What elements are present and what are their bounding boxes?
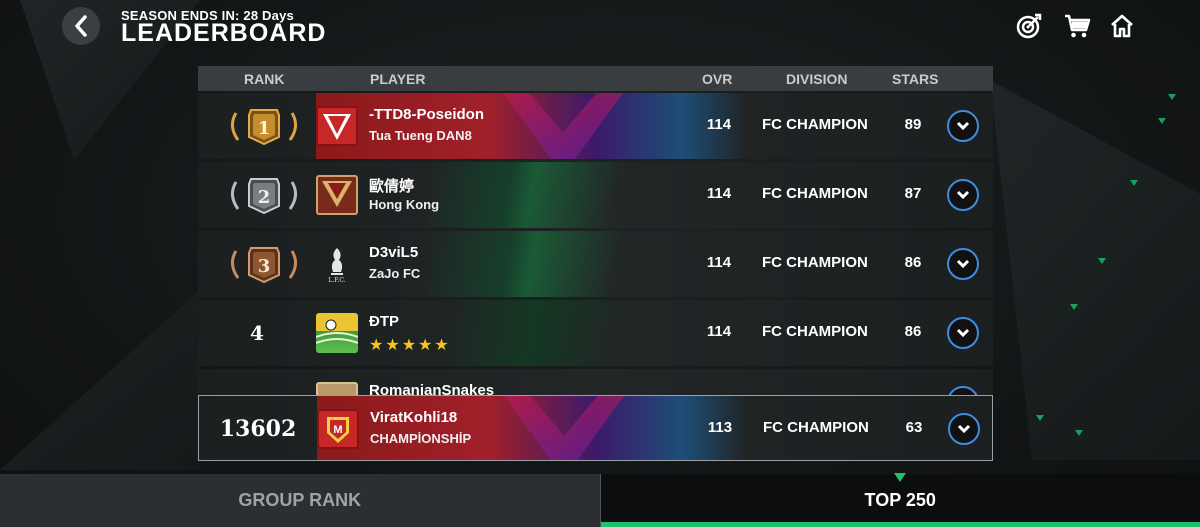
table-header: RANK PLAYER OVR DIVISION STARS (198, 66, 993, 91)
silver-medal-icon: 2 (231, 178, 297, 214)
club-crest (315, 313, 359, 353)
division-value: FC CHAMPION (762, 254, 868, 271)
star-icon: ★ (434, 337, 449, 354)
rank-number: 4 (250, 321, 264, 345)
division-value: FC CHAMPION (762, 323, 868, 340)
stars-value: 86 (904, 254, 922, 271)
home-button[interactable] (1108, 12, 1136, 40)
svg-text:1: 1 (258, 118, 271, 139)
chevron-down-icon (956, 328, 970, 338)
page-title: LEADERBOARD (121, 19, 327, 47)
column-rank: RANK (244, 71, 285, 87)
expand-button[interactable] (947, 248, 979, 280)
star-rating: ★ ★ ★ ★ ★ (369, 338, 449, 354)
svg-text:2: 2 (258, 187, 271, 208)
club-crest: M (317, 409, 359, 449)
player-name: ViratKohli18 (370, 409, 458, 426)
expand-button[interactable] (948, 413, 980, 445)
objectives-button[interactable] (1015, 12, 1043, 40)
division-value: FC CHAMPION (763, 419, 869, 436)
gold-medal-icon: 1 (231, 109, 297, 145)
back-button[interactable] (62, 7, 100, 45)
svg-text:M: M (333, 424, 342, 436)
division-value: FC CHAMPION (762, 116, 868, 133)
club-name: Tua Tueng DAN8 (369, 128, 472, 143)
player-name: D3viL5 (369, 244, 419, 261)
club-crest: L.F.C. (316, 244, 358, 284)
table-row[interactable]: 3 L.F.C. D3viL5 ZaJo FC 114 FC CHAMPION … (198, 231, 993, 297)
star-icon: ★ (369, 337, 384, 354)
star-icon: ★ (385, 337, 400, 354)
column-division: DIVISION (786, 71, 848, 87)
tab-top-250[interactable]: TOP 250 (600, 473, 1200, 527)
column-stars: STARS (892, 71, 939, 87)
rank-number: 13602 (219, 416, 297, 442)
expand-button[interactable] (947, 317, 979, 349)
bronze-medal-icon: 3 (231, 247, 297, 283)
ovr-value: 114 (706, 254, 732, 271)
svg-text:3: 3 (258, 256, 271, 277)
chevron-down-icon (956, 190, 970, 200)
stars-value: 89 (904, 116, 922, 133)
table-row[interactable]: 4 ĐTP ★ ★ ★ ★ ★ 114 FC CHAMPION 86 (198, 300, 993, 366)
home-icon (1111, 14, 1133, 38)
ovr-value: 114 (706, 116, 732, 133)
stars-value: 63 (905, 419, 923, 436)
club-name: Hong Kong (369, 197, 440, 212)
club-crest (316, 175, 358, 215)
svg-text:L.F.C.: L.F.C. (328, 277, 345, 284)
division-value: FC CHAMPION (762, 185, 868, 202)
column-ovr: OVR (702, 71, 733, 87)
player-name: 歐倩婷 (369, 178, 415, 195)
club-name: CHAMPİONSHİP (370, 431, 472, 446)
ovr-value: 114 (706, 185, 732, 202)
cart-icon (1065, 14, 1091, 38)
star-icon: ★ (418, 337, 433, 354)
tab-group-rank[interactable]: GROUP RANK (0, 474, 601, 527)
stars-value: 87 (904, 185, 922, 202)
expand-button[interactable] (947, 110, 979, 142)
club-name: ZaJo FC (369, 266, 421, 281)
my-rank-row[interactable]: 13602 M ViratKohli18 CHAMPİONSHİP 113 FC… (198, 395, 993, 461)
player-name: -TTD8-Poseidon (369, 106, 484, 123)
column-player: PLAYER (370, 71, 426, 87)
ovr-value: 113 (707, 419, 733, 436)
star-icon: ★ (401, 337, 417, 354)
tab-label: TOP 250 (864, 490, 936, 510)
leaderboard-table: RANK PLAYER OVR DIVISION STARS 1 -TTD8-P… (198, 66, 993, 461)
chevron-down-icon (957, 424, 971, 434)
chevron-left-icon (75, 15, 87, 37)
bottom-tab-bar: GROUP RANK TOP 250 (0, 473, 1200, 527)
ovr-value: 114 (706, 323, 732, 340)
club-crest (316, 106, 358, 146)
stars-value: 86 (904, 323, 922, 340)
table-row[interactable]: 2 歐倩婷 Hong Kong 114 FC CHAMPION 87 (198, 162, 993, 228)
expand-button[interactable] (947, 179, 979, 211)
active-tab-indicator (894, 473, 907, 482)
chevron-down-icon (956, 259, 970, 269)
target-icon (1016, 13, 1042, 39)
tab-label: GROUP RANK (238, 490, 362, 510)
chevron-down-icon (956, 121, 970, 131)
table-row[interactable]: 1 -TTD8-Poseidon Tua Tueng DAN8 114 FC C… (198, 93, 993, 159)
store-button[interactable] (1063, 12, 1091, 40)
player-name: ĐTP (369, 313, 399, 330)
